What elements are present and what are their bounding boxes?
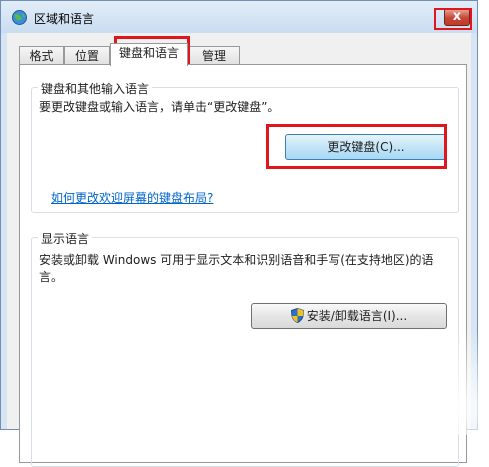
shield-icon	[290, 308, 304, 323]
title-bar[interactable]: 区域和语言 x	[1, 1, 477, 33]
tab-location[interactable]: 位置	[64, 46, 110, 65]
tab-keyboards-languages[interactable]: 键盘和语言	[110, 43, 188, 66]
tab-administrative[interactable]: 管理	[188, 46, 240, 65]
install-button-label: 安装/卸载语言(I)...	[306, 309, 408, 323]
globe-icon	[12, 10, 27, 25]
dialog-client: 格式 位置 键盘和语言 管理 键盘和其他输入语言 要更改键盘或输入语言，请单击“…	[7, 33, 471, 467]
tab-panel: 键盘和其他输入语言 要更改键盘或输入语言，请单击“更改键盘”。 更改键盘(C).…	[19, 64, 467, 467]
keyboard-description: 要更改键盘或输入语言，请单击“更改键盘”。	[39, 100, 280, 114]
window-title: 区域和语言	[34, 12, 95, 26]
region-language-window: 区域和语言 x 格式 位置 键盘和语言 管理 键盘和其他输入语言 要更改键盘或输…	[0, 0, 478, 467]
close-button[interactable]: x	[444, 8, 470, 26]
display-language-group: 显示语言 安装或卸载 Windows 可用于显示文本和识别语音和手写(在支持地区…	[31, 230, 459, 467]
display-language-group-title: 显示语言	[38, 230, 93, 247]
close-icon: x	[452, 9, 462, 24]
keyboard-group-title: 键盘和其他输入语言	[38, 80, 153, 97]
change-keyboards-button[interactable]: 更改键盘(C)...	[285, 134, 447, 160]
keyboard-group: 键盘和其他输入语言 要更改键盘或输入语言，请单击“更改键盘”。 更改键盘(C).…	[31, 80, 459, 213]
tab-formats[interactable]: 格式	[19, 46, 64, 65]
welcome-screen-keyboard-help-link[interactable]: 如何更改欢迎屏幕的键盘布局?	[51, 189, 213, 206]
install-uninstall-languages-button[interactable]: 安装/卸载语言(I)...	[251, 303, 447, 329]
display-language-description: 安装或卸载 Windows 可用于显示文本和识别语音和手写(在支持地区)的语言。	[39, 253, 434, 284]
